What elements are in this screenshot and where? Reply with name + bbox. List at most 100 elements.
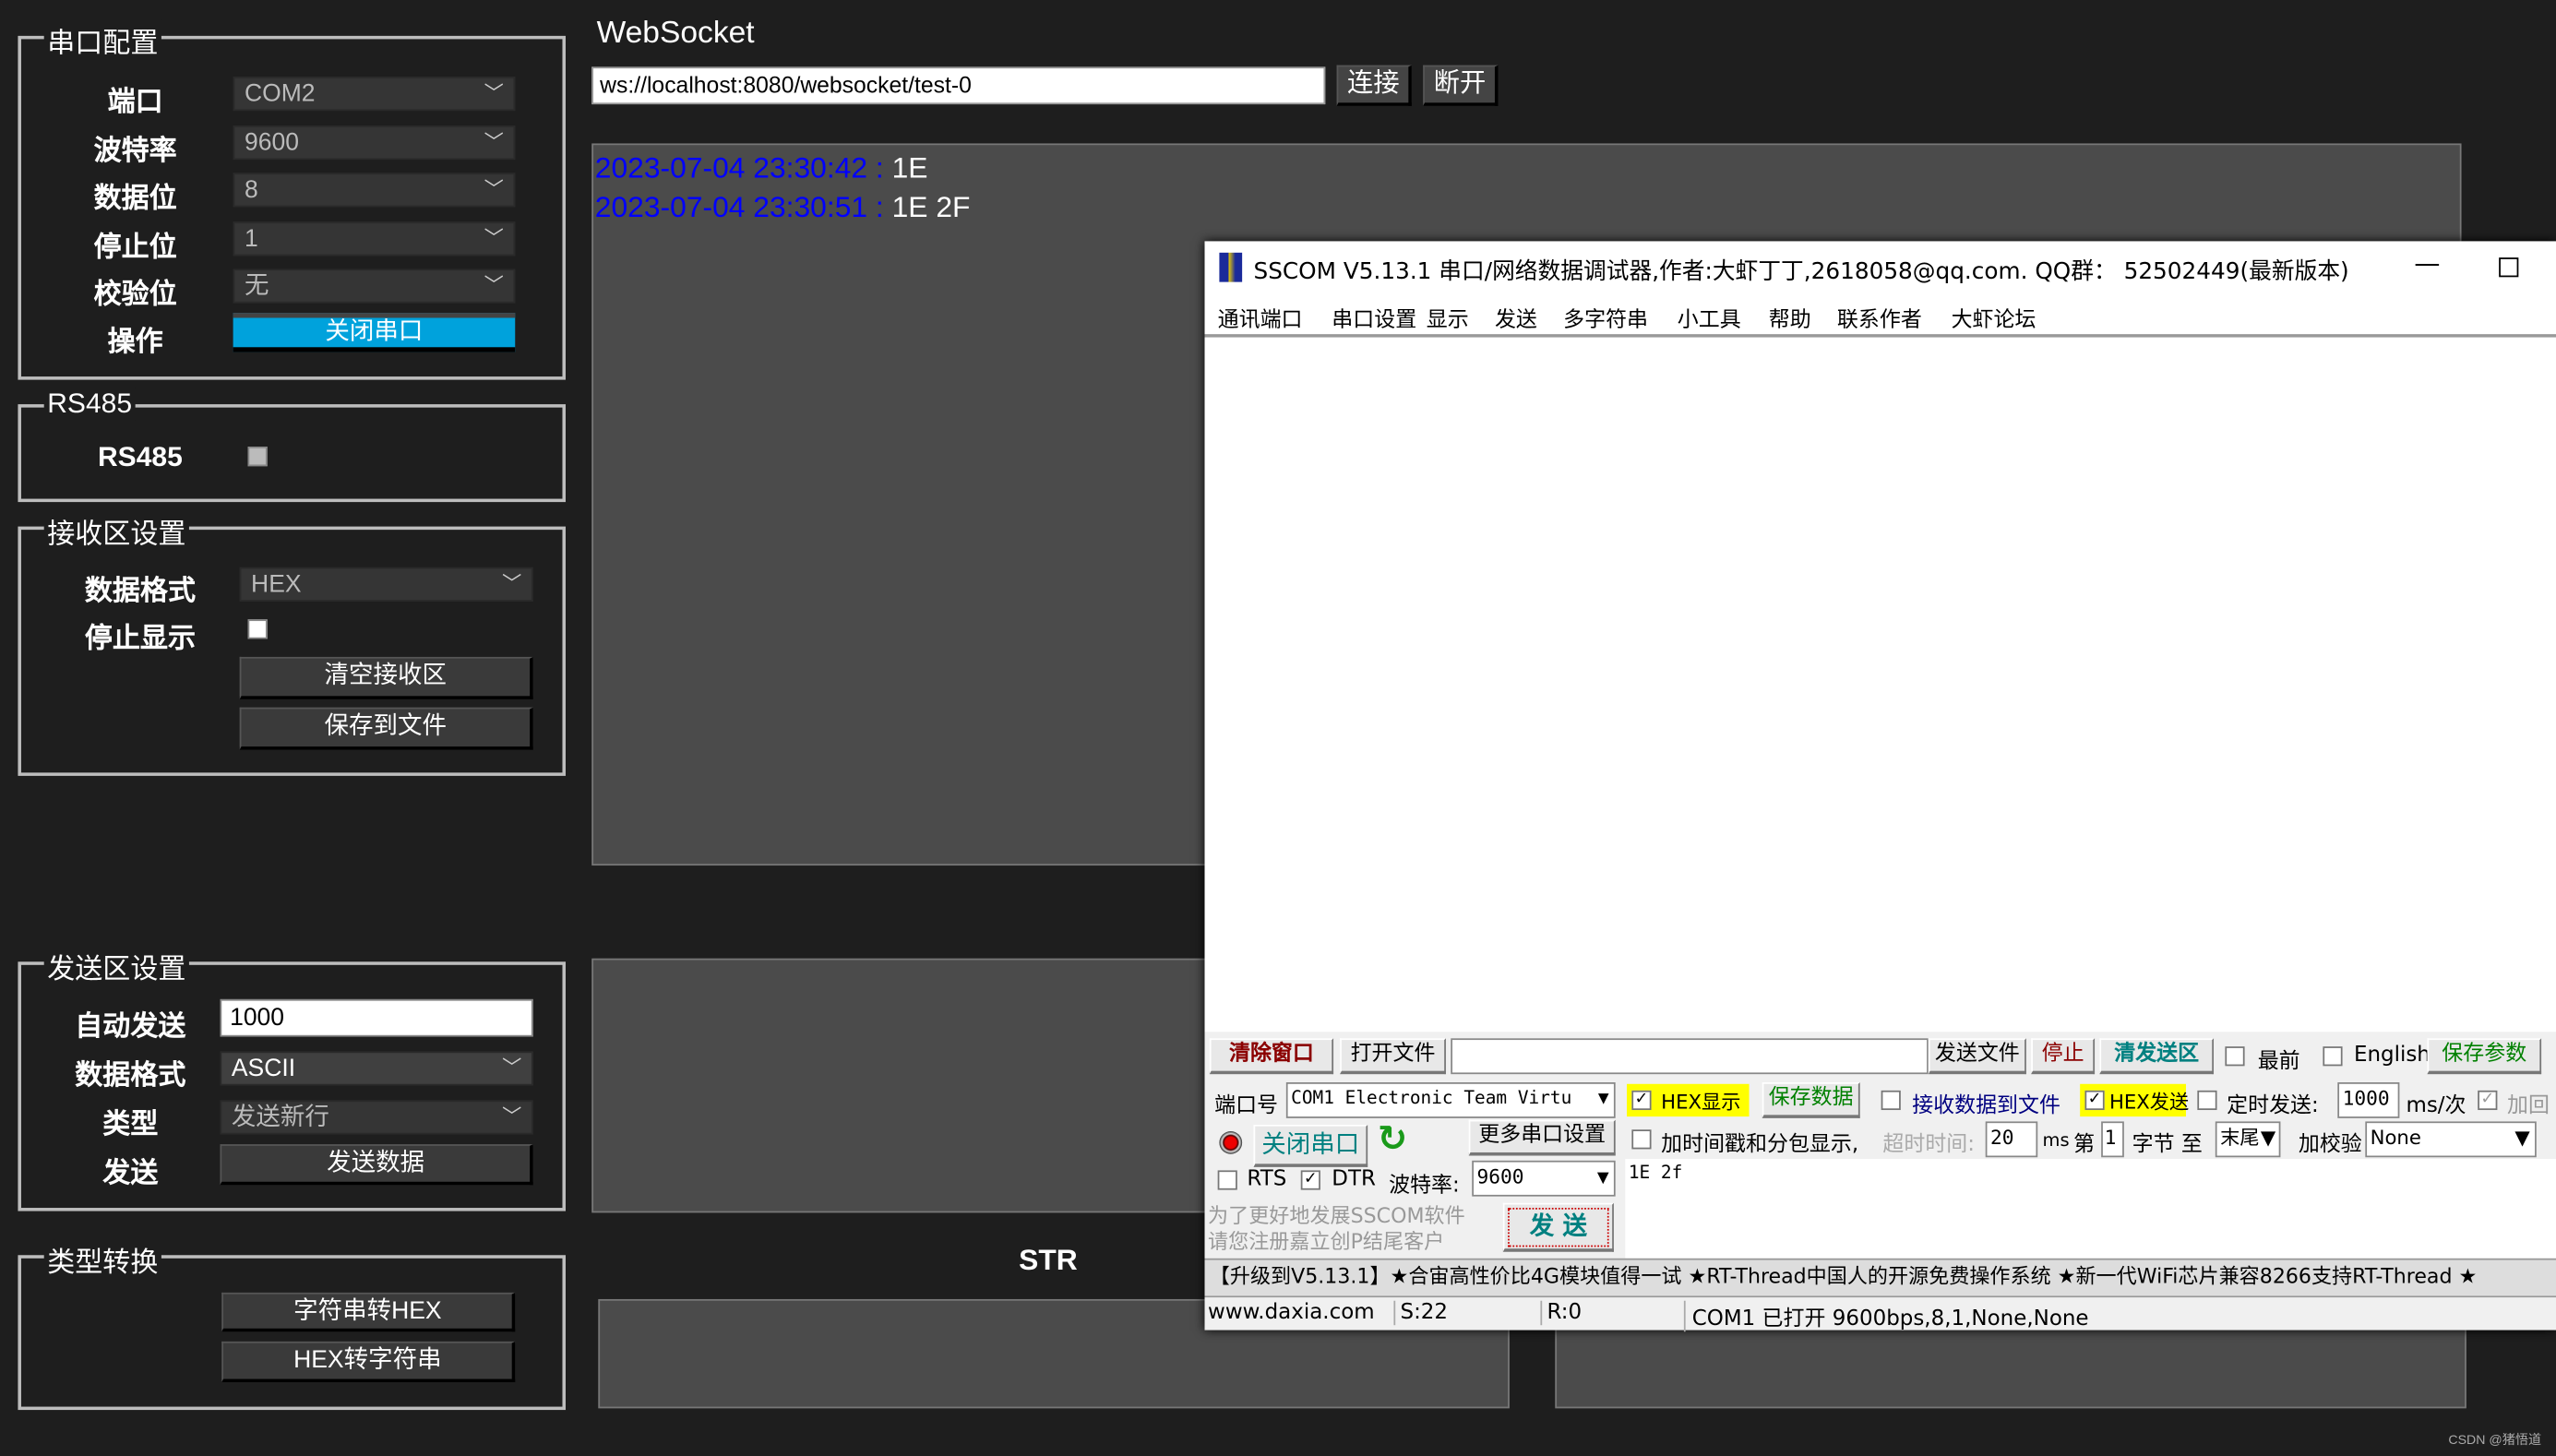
receive-format-select[interactable]: HEX ﹀ <box>239 567 533 602</box>
marquee-bar[interactable]: 【升级到V5.13.1】★合宙高性价比4G模块值得一试 ★RT-Thread中国… <box>1204 1258 2556 1298</box>
topmost-label: 最前 <box>2257 1049 2300 1075</box>
save-data-button[interactable]: 保存数据 <box>1762 1082 1860 1118</box>
add-enter-checkbox[interactable]: ✓ <box>2478 1090 2498 1111</box>
timestamp-label: 加时间戳和分包显示, <box>1661 1132 1859 1158</box>
end-select[interactable]: 末尾 ▼ <box>2215 1121 2281 1158</box>
english-checkbox[interactable] <box>2323 1046 2343 1067</box>
menu-item[interactable]: 小工具 <box>1678 302 1741 332</box>
timed-send-checkbox[interactable] <box>2197 1090 2217 1111</box>
string-to-hex-button[interactable]: 字符串转HEX <box>221 1292 516 1332</box>
send-format-label: 数据格式 <box>75 1059 186 1091</box>
menu-item[interactable]: 多字符串 <box>1563 302 1648 332</box>
status-sent: S:22 <box>1393 1300 1448 1326</box>
serial-row-select[interactable]: 9600 ﹀ <box>233 125 516 161</box>
group-legend: RS485 <box>43 388 136 421</box>
select-value: HEX <box>251 570 302 599</box>
disconnect-button[interactable]: 断开 <box>1423 65 1499 106</box>
serial-row-select[interactable]: 1 ﹀ <box>233 221 516 257</box>
stop-display-checkbox[interactable] <box>247 619 268 639</box>
open-file-button[interactable]: 打开文件 <box>1340 1038 1446 1075</box>
timestamp-checkbox[interactable] <box>1631 1129 1652 1150</box>
message-line: 2023-07-04 23:30:42 : 1E <box>595 149 2458 187</box>
promo-text: 为了更好地发展SSCOM软件 请您注册嘉立创P结尾客户 <box>1208 1202 1465 1254</box>
topmost-checkbox[interactable] <box>2225 1046 2245 1067</box>
rs485-label: RS485 <box>97 441 183 473</box>
group-legend: 发送区设置 <box>43 945 189 986</box>
send-type-select[interactable]: 发送新行 ﹀ <box>220 1100 533 1135</box>
window-title: SSCOM V5.13.1 串口/网络数据调试器,作者:大虾丁丁,2618058… <box>1253 258 2349 286</box>
chevron-down-icon: ﹀ <box>502 1104 522 1128</box>
select-value: None <box>2370 1126 2421 1150</box>
status-site[interactable]: www.daxia.com <box>1208 1301 1375 1325</box>
ms-label: ms <box>2042 1129 2070 1152</box>
timed-interval-input[interactable]: 1000 <box>2337 1082 2400 1118</box>
select-value: 发送新行 <box>231 1103 329 1132</box>
add-enter-label: 加回 <box>2507 1093 2550 1118</box>
minimize-button[interactable]: — <box>2414 248 2440 280</box>
menu-item[interactable]: 联系作者 <box>1837 302 1922 332</box>
select-value: ASCII <box>231 1054 296 1083</box>
clear-send-button[interactable]: 清发送区 <box>2099 1038 2215 1075</box>
send-button[interactable]: 发 送 <box>1502 1202 1614 1252</box>
port-label: 端口号 <box>1214 1093 1279 1118</box>
serial-row-select[interactable]: COM2 ﹀ <box>233 77 516 112</box>
hex-display-label: HEX显示 <box>1661 1090 1741 1114</box>
select-value: 无 <box>244 272 269 301</box>
serial-row-label: 波特率 <box>93 135 177 167</box>
hex-to-string-button[interactable]: HEX转字符串 <box>221 1341 516 1383</box>
close-port-button[interactable]: 关闭串口 <box>233 313 516 352</box>
menu-item[interactable]: 发送 <box>1495 302 1537 332</box>
timeout-input[interactable]: 20 <box>1985 1121 2038 1158</box>
clear-window-button[interactable]: 清除窗口 <box>1209 1038 1334 1075</box>
connect-button[interactable]: 连接 <box>1336 65 1412 106</box>
menu-item[interactable]: 大虾论坛 <box>1952 302 2036 332</box>
rts-checkbox[interactable] <box>1217 1170 1237 1190</box>
receive-area[interactable] <box>1204 337 2556 1032</box>
timeout-label: 超时时间: <box>1882 1132 1976 1158</box>
menu-item[interactable]: 通讯端口 <box>1218 302 1303 332</box>
menu-item[interactable]: 帮助 <box>1769 302 1811 332</box>
refresh-icon[interactable]: ↻ <box>1378 1120 1408 1161</box>
port-select[interactable]: COM1 Electronic Team Virtu ▼ <box>1285 1082 1616 1118</box>
close-port-button[interactable]: 关闭串口 <box>1253 1124 1368 1167</box>
english-label: English <box>2353 1043 2431 1068</box>
websocket-url-input[interactable]: ws://localhost:8080/websocket/test-0 <box>591 66 1326 105</box>
select-value: 末尾 <box>2220 1126 2260 1150</box>
dtr-checkbox[interactable]: ✓ <box>1300 1170 1320 1190</box>
maximize-button[interactable] <box>2499 257 2519 278</box>
save-params-button[interactable]: 保存参数 <box>2427 1038 2542 1075</box>
checksum-select[interactable]: None ▼ <box>2365 1121 2537 1158</box>
rs485-checkbox[interactable] <box>247 447 268 467</box>
checksum-label: 加校验 <box>2298 1132 2362 1158</box>
send-data-button[interactable]: 发送数据 <box>220 1144 533 1186</box>
send-file-button[interactable]: 发送文件 <box>1928 1038 2026 1075</box>
dropdown-arrow-icon: ▼ <box>1596 1165 1609 1188</box>
save-to-file-button[interactable]: 保存到文件 <box>239 707 533 750</box>
chevron-down-icon: ﹀ <box>484 273 504 297</box>
menu-bar: 通讯端口 串口设置 显示 发送 多字符串 小工具 帮助 联系作者 大虾论坛 <box>1204 292 2556 338</box>
recv-to-file-checkbox[interactable] <box>1881 1090 1901 1111</box>
auto-send-input[interactable]: 1000 <box>220 998 533 1037</box>
port-status-icon <box>1219 1131 1243 1154</box>
group-legend: 类型转换 <box>43 1238 161 1280</box>
watermark: CSDN @猪悟道 <box>2448 1432 2542 1448</box>
send-textarea[interactable]: 1E 2f <box>1625 1159 2556 1262</box>
group-legend: 串口配置 <box>43 19 161 61</box>
file-path-input[interactable] <box>1451 1038 1929 1075</box>
hex-display-checkbox[interactable]: ✓ <box>1631 1090 1652 1111</box>
menu-item[interactable]: 串口设置 <box>1332 302 1416 332</box>
stop-button[interactable]: 停止 <box>2031 1038 2096 1075</box>
menu-item[interactable]: 显示 <box>1427 302 1469 332</box>
more-settings-button[interactable]: 更多串口设置 <box>1468 1119 1616 1156</box>
clear-receive-button[interactable]: 清空接收区 <box>239 656 533 699</box>
message-line: 2023-07-04 23:30:51 : 1E 2F <box>595 187 2458 226</box>
serial-row-select[interactable]: 无 ﹀ <box>233 269 516 304</box>
status-bar: www.daxia.com S:22 R:0 COM1 已打开 9600bps,… <box>1204 1297 2556 1332</box>
hex-send-checkbox[interactable]: ✓ <box>2084 1090 2105 1111</box>
baud-select[interactable]: 9600 ▼ <box>1472 1160 1616 1197</box>
serial-row-select[interactable]: 8 ﹀ <box>233 173 516 208</box>
dropdown-arrow-icon: ▼ <box>2260 1126 2276 1150</box>
chevron-down-icon: ﹀ <box>502 1056 522 1080</box>
start-byte-input[interactable]: 1 <box>2101 1121 2124 1158</box>
send-format-select[interactable]: ASCII ﹀ <box>220 1051 533 1086</box>
